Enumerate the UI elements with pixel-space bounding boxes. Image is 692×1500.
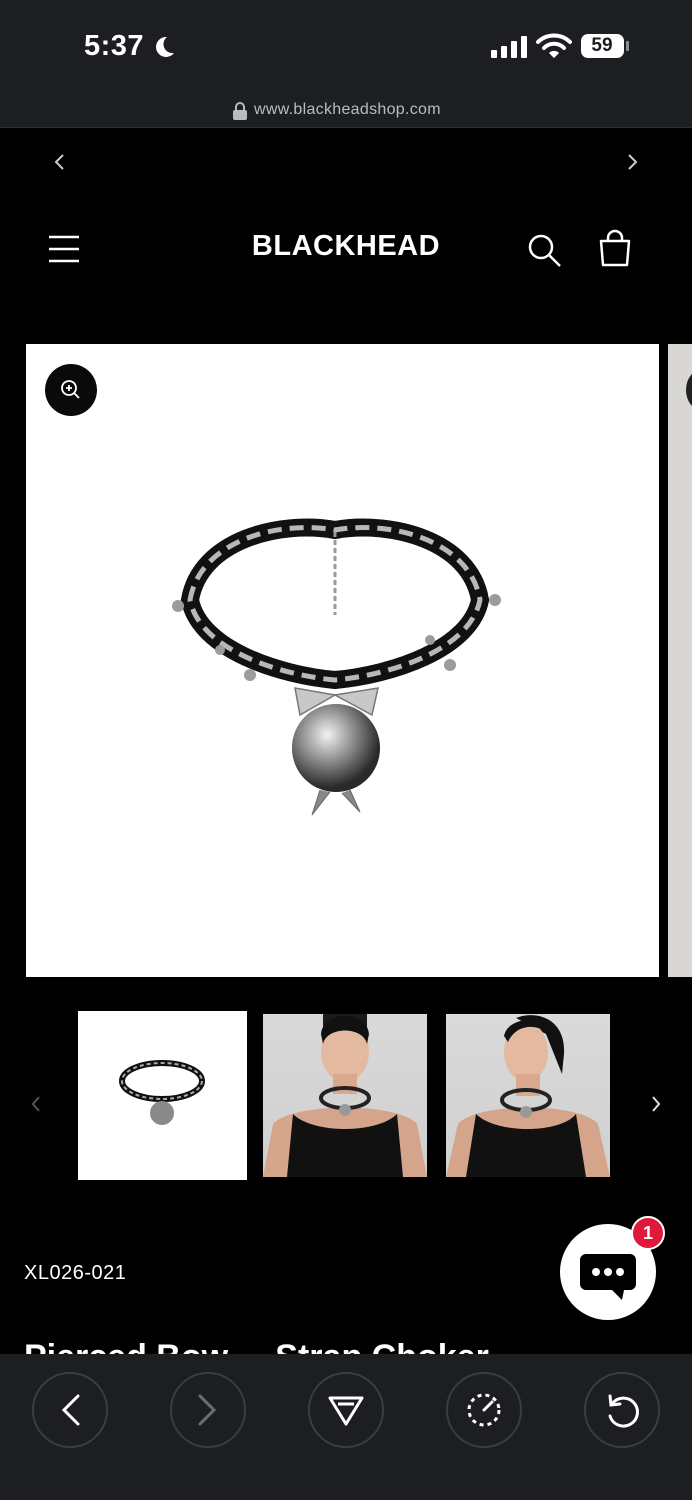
wifi-icon: [536, 33, 572, 58]
chat-unread-badge: 1: [631, 1216, 665, 1250]
zoom-button[interactable]: [45, 364, 97, 416]
speed-button[interactable]: [446, 1372, 522, 1448]
zoom-icon: [61, 380, 80, 399]
necklace-illustration: [172, 518, 501, 816]
reload-icon: [608, 1394, 639, 1428]
thumbnail-prev-icon[interactable]: [28, 1092, 44, 1116]
url-text[interactable]: www.blackheadshop.com: [254, 101, 441, 119]
model-front-image: [263, 1014, 427, 1177]
announcement-next-icon[interactable]: [622, 148, 642, 176]
back-button[interactable]: [32, 1372, 108, 1448]
status-time: 5:37: [84, 30, 145, 62]
shields-button[interactable]: [308, 1372, 384, 1448]
cart-icon[interactable]: [594, 228, 636, 270]
menu-icon[interactable]: [46, 232, 82, 266]
thumbnail-model-side[interactable]: [446, 1014, 610, 1177]
thumbnail-necklace-image: [119, 1060, 205, 1125]
thumbnail-product[interactable]: [78, 1011, 247, 1180]
thumbnail-model-front[interactable]: [263, 1014, 427, 1177]
speedometer-icon: [467, 1393, 501, 1427]
thumbnail-next-icon[interactable]: [648, 1092, 664, 1116]
forward-button[interactable]: [170, 1372, 246, 1448]
lock-icon: [233, 102, 247, 120]
search-icon[interactable]: [524, 230, 564, 270]
reload-button[interactable]: [584, 1372, 660, 1448]
product-sku: XL026-021: [24, 1262, 127, 1284]
announcement-prev-icon[interactable]: [50, 148, 70, 176]
model-side-image: [446, 1015, 610, 1177]
signal-icon: [491, 36, 527, 58]
site-logo[interactable]: BLACKHEAD: [230, 230, 462, 270]
triangle-icon: [328, 1396, 364, 1426]
next-image-peek[interactable]: [668, 344, 692, 977]
back-icon: [61, 1394, 80, 1426]
moon-icon: [156, 36, 174, 57]
battery-level: 59: [591, 35, 613, 56]
forward-icon: [198, 1394, 217, 1426]
